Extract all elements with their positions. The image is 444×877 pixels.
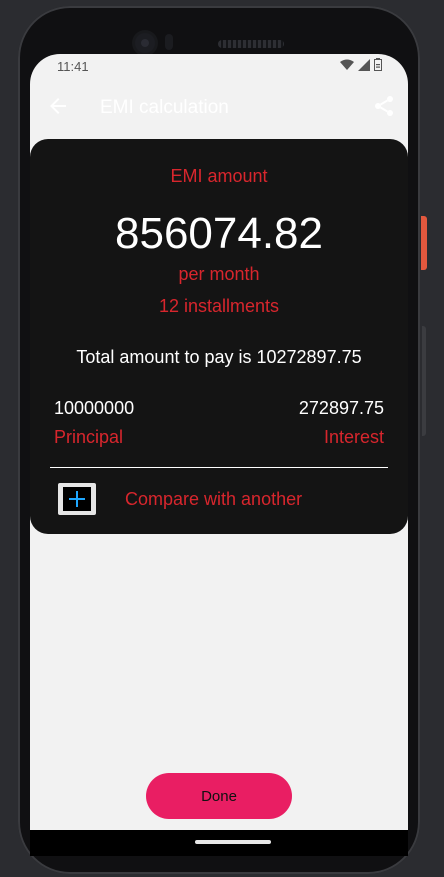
back-arrow-icon[interactable] (46, 94, 70, 118)
app-bar: EMI calculation (30, 80, 408, 136)
status-time: 11:41 (57, 59, 89, 74)
battery-icon (374, 58, 382, 71)
emi-result-card: EMI amount 856074.82 per month 12 instal… (30, 139, 408, 534)
system-nav-bar (30, 830, 408, 856)
wifi-icon (340, 59, 354, 70)
page-title: EMI calculation (100, 97, 229, 118)
add-icon (58, 483, 96, 515)
emi-amount-value: 856074.82 (115, 209, 323, 258)
sensor (165, 34, 173, 50)
status-bar: 11:41 (30, 54, 408, 80)
installments-label: 12 installments (158, 296, 280, 316)
compare-label: Compare with another (125, 489, 303, 509)
per-month-label: per month (178, 264, 260, 284)
plus-icon (63, 487, 91, 511)
principal-label: Principal (54, 427, 124, 447)
status-icons (340, 58, 382, 71)
share-icon[interactable] (372, 94, 396, 118)
interest-label: Interest (323, 427, 384, 447)
emi-amount-label: EMI amount (170, 166, 268, 186)
interest-value: 272897.75 (298, 398, 384, 418)
volume-button (422, 326, 426, 436)
total-amount-text: Total amount to pay is 10272897.75 (76, 347, 362, 367)
app-screen: 11:41 EMI calculation EMI amount 856074.… (30, 54, 408, 830)
home-gesture-pill[interactable] (195, 840, 271, 844)
divider (50, 467, 388, 468)
compare-with-another-button[interactable]: Compare with another (30, 479, 408, 523)
signal-icon (358, 58, 370, 71)
done-button[interactable]: Done (146, 773, 292, 819)
power-button (421, 216, 427, 270)
front-camera (135, 33, 155, 53)
principal-value: 10000000 (54, 398, 135, 418)
earpiece-speaker (218, 40, 284, 48)
